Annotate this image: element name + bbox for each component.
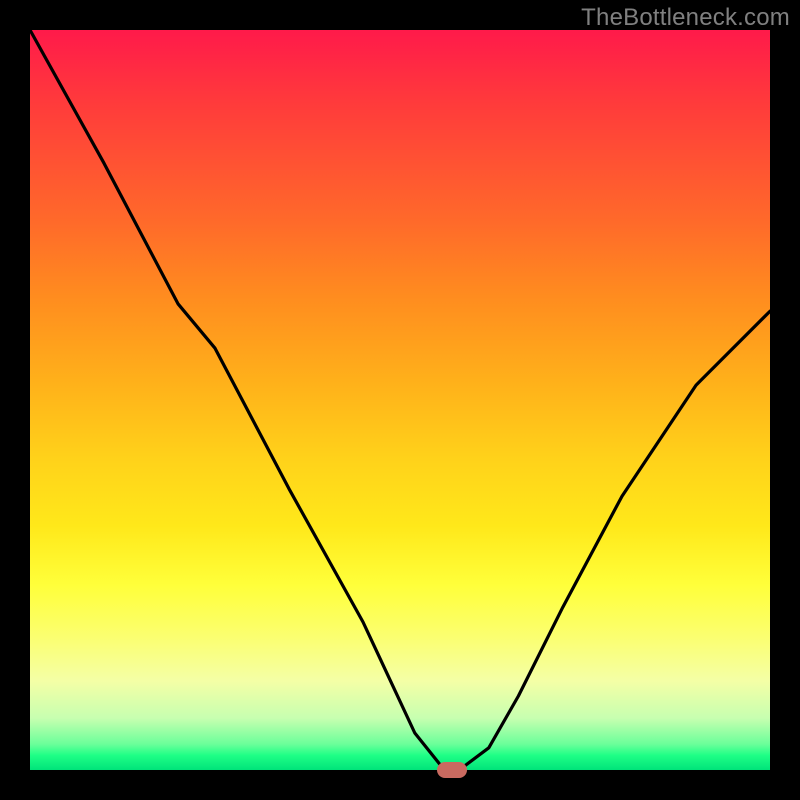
- attribution-label: TheBottleneck.com: [581, 4, 790, 32]
- bottleneck-curve: [30, 30, 770, 770]
- chart-frame: TheBottleneck.com: [0, 0, 800, 800]
- optimum-marker: [437, 762, 467, 778]
- plot-area: [30, 30, 770, 770]
